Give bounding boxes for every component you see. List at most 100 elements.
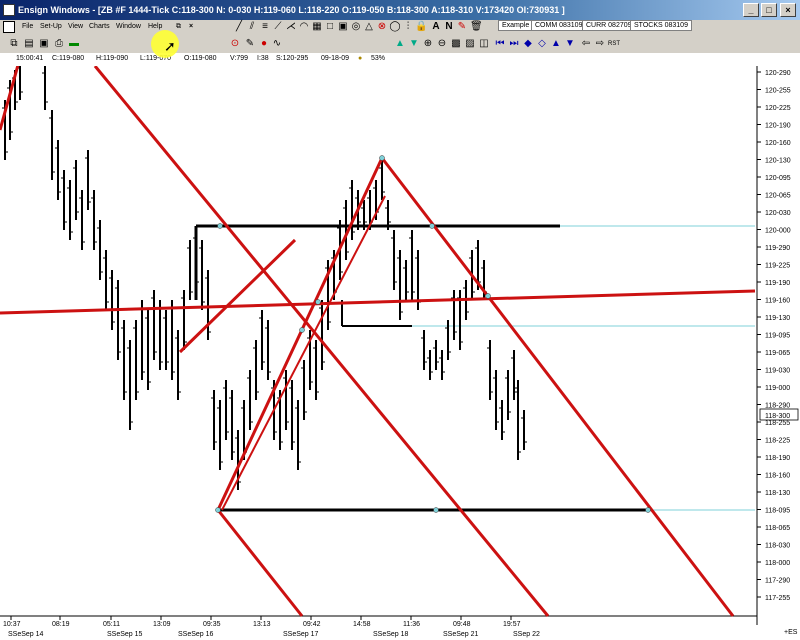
trend-line	[221, 195, 386, 511]
pitchfork-tool-icon[interactable]: ⫶	[402, 21, 414, 33]
scroll-up-icon[interactable]: ▲	[550, 38, 562, 50]
menu-view[interactable]: View	[68, 23, 83, 30]
zoom-out-icon[interactable]: ⊖	[436, 38, 448, 50]
app-icon	[3, 4, 15, 16]
triangle-tool-icon[interactable]: △	[363, 21, 375, 33]
status-open: O:119-080	[184, 55, 217, 62]
tab-stocks[interactable]: STOCKS 083109	[630, 20, 692, 31]
time-label: 11:36	[403, 621, 420, 628]
arc-tool-icon[interactable]: ◠	[298, 21, 310, 33]
line-tool-icon[interactable]: ╱	[233, 21, 245, 33]
status-high: H:119-090	[96, 55, 129, 62]
pencil-icon[interactable]: ✎	[244, 38, 256, 50]
price-label: 119-130	[765, 315, 790, 322]
save-icon[interactable]: ▣	[38, 38, 50, 50]
tab-comm[interactable]: COMM 083109	[531, 20, 587, 31]
time-label: 13:09	[153, 621, 171, 628]
reset-icon[interactable]: RST	[608, 38, 620, 50]
tab-curr[interactable]: CURR 082709	[582, 20, 636, 31]
document-icon[interactable]	[3, 21, 15, 33]
restore-icon[interactable]: ⧉	[176, 23, 181, 31]
menu-setup[interactable]: Set-Up	[40, 23, 62, 30]
scroll-left-icon[interactable]: ⇦	[580, 38, 592, 50]
last-bar-icon[interactable]: ⏭	[508, 38, 520, 50]
anchor-point	[433, 507, 439, 513]
price-chart[interactable]: 120-290 120-255 120-225 120-190 120-160 120-1…	[0, 53, 800, 640]
minimize-button[interactable]: _	[743, 3, 759, 17]
scroll-right-icon[interactable]: ⇨	[594, 38, 606, 50]
clock-icon[interactable]: ⊙	[229, 38, 241, 50]
marker-icon[interactable]: ●	[258, 38, 270, 50]
properties-icon[interactable]: ▩	[450, 38, 462, 50]
n-tool-icon[interactable]: N	[443, 21, 455, 33]
time-label: 05:11	[103, 621, 120, 628]
status-close: C:119-080	[52, 55, 85, 62]
triangle-down-icon[interactable]: ▼	[408, 38, 420, 50]
tab-example[interactable]: Example	[498, 20, 534, 31]
time-label: 08:19	[52, 621, 70, 628]
menu-file[interactable]: File	[22, 23, 33, 30]
gann-tool-icon[interactable]: ⋌	[285, 21, 297, 33]
lock-tool-icon[interactable]: 🔒	[415, 21, 427, 33]
open-icon[interactable]: ▤	[23, 38, 35, 50]
text-tool-icon[interactable]: A	[430, 21, 442, 33]
cycle-tool-icon[interactable]: ⊗	[376, 21, 388, 33]
price-label: 120-000	[765, 228, 791, 235]
menu-window[interactable]: Window	[116, 23, 141, 30]
anchor-point	[429, 223, 435, 229]
maximize-button[interactable]: □	[761, 3, 777, 17]
date-label: SSeSep 18	[373, 631, 409, 638]
price-label: 119-190	[765, 280, 790, 287]
square-tool-icon[interactable]: □	[324, 21, 336, 33]
current-price-label: 118-300	[765, 413, 790, 420]
price-label: 118-095	[765, 508, 790, 515]
menu-charts[interactable]: Charts	[89, 23, 110, 30]
price-label: 117-255	[765, 595, 790, 602]
close-button[interactable]: ×	[780, 3, 796, 17]
new-chart-icon[interactable]: ⧉	[8, 38, 20, 50]
price-label: 118-225	[765, 438, 790, 445]
trend-line	[0, 289, 756, 315]
price-label: 118-030	[765, 543, 790, 550]
trend-line	[93, 65, 550, 617]
price-label: 118-000	[765, 560, 790, 567]
time-label: 09:48	[453, 621, 471, 628]
trash-icon[interactable]: 🗑	[470, 21, 483, 33]
box-tool-icon[interactable]: ▣	[337, 21, 349, 33]
channel-tool-icon[interactable]: ⫽	[246, 21, 258, 33]
scroll-down-icon[interactable]: ▼	[564, 38, 576, 50]
triangle-up-icon[interactable]: ▲	[394, 38, 406, 50]
close-chart-icon[interactable]: ×	[189, 23, 193, 30]
chart-canvas[interactable]: 120-290 120-255 120-225 120-190 120-160 120-1…	[0, 53, 800, 640]
studies-icon[interactable]: ▨	[464, 38, 476, 50]
date-label: SSeSep 17	[283, 631, 319, 638]
ellipse-tool-icon[interactable]: ◯	[389, 21, 401, 33]
spiral-tool-icon[interactable]: ◎	[350, 21, 362, 33]
menu-help[interactable]: Help	[148, 23, 162, 30]
grid-tool-icon[interactable]: ▦	[311, 21, 323, 33]
print-icon[interactable]: ⎙	[53, 38, 65, 50]
first-bar-icon[interactable]: ⏮	[494, 38, 506, 50]
anchor-point	[485, 293, 491, 299]
price-label: 120-160	[765, 140, 791, 147]
monitor-icon[interactable]: ▬	[68, 38, 80, 50]
es-label: +ES	[784, 629, 798, 636]
status-date: 09-18-09	[321, 55, 350, 62]
time-label: 19:57	[503, 621, 521, 628]
status-bar: 15:00:41 C:119-080 H:119-090 L:119-070 O…	[0, 53, 760, 66]
fan-tool-icon[interactable]: ⟋	[272, 21, 284, 33]
indicator-icon[interactable]: ◫	[478, 38, 490, 50]
status-settle: S:120-295	[276, 55, 309, 62]
zoom-in-icon[interactable]: ⊕	[422, 38, 434, 50]
wave-icon[interactable]: ∿	[271, 38, 283, 50]
status-time: 15:00:41	[16, 55, 44, 62]
erase-tool-icon[interactable]: ✎	[456, 21, 468, 33]
price-label: 119-290	[765, 245, 790, 252]
expand-icon[interactable]: ◆	[522, 38, 534, 50]
compress-icon[interactable]: ◇	[536, 38, 548, 50]
status-zoom: 53%	[371, 55, 386, 62]
anchor-point	[215, 507, 221, 513]
mouse-pointer-icon: ➚	[164, 38, 176, 54]
status-ticks: I:38	[257, 55, 269, 62]
fib-tool-icon[interactable]: ≡	[259, 21, 271, 33]
